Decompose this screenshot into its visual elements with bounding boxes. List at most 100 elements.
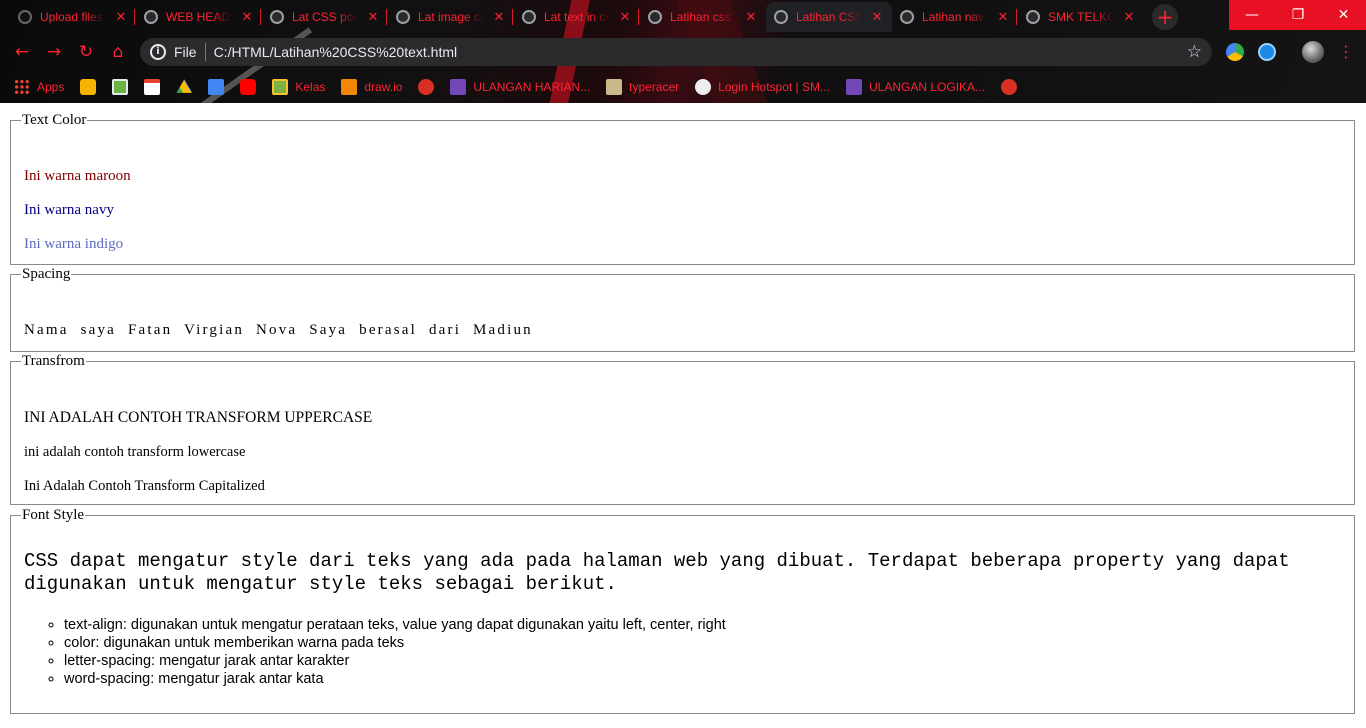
globe-icon [1001, 78, 1018, 95]
bookmark-ulangan-logika[interactable]: ULANGAN LOGIKA... [846, 78, 985, 95]
close-tab-icon[interactable]: ✕ [618, 10, 632, 25]
extension-icon[interactable] [1258, 43, 1276, 61]
globe-icon [418, 78, 435, 95]
close-tab-icon[interactable]: ✕ [492, 10, 506, 25]
home-button[interactable]: ⌂ [106, 40, 130, 64]
close-tab-icon[interactable]: ✕ [744, 10, 758, 25]
drawio-icon [341, 78, 358, 95]
menu-icon[interactable]: ⋮ [1338, 42, 1354, 62]
url-text[interactable]: C:/HTML/Latihan%20CSS%20text.html [214, 44, 1179, 60]
forms-icon [450, 78, 467, 95]
close-tab-icon[interactable]: ✕ [870, 10, 884, 25]
bookmark-globe[interactable] [418, 78, 435, 95]
list-item: word-spacing: mengatur jarak antar kata [64, 670, 726, 688]
lowercase-text: ini adalah contoh transform lowercase [24, 444, 246, 460]
globe-icon [1026, 10, 1040, 24]
list-item: color: digunakan untuk memberikan warna … [64, 634, 726, 652]
bookmark-label: typeracer [629, 79, 680, 94]
tab-title: Lat CSS position [292, 10, 358, 24]
spacing-text: Nama saya Fatan Virgian Nova Saya berasa… [24, 322, 533, 338]
spacing-fieldset: Spacing Nama saya Fatan Virgian Nova Say… [10, 266, 1355, 352]
tab[interactable]: Latihan css ✕ [640, 2, 766, 32]
site-info-icon[interactable]: i [150, 44, 166, 60]
tab[interactable]: Upload files to GitHub ✕ [10, 2, 136, 32]
globe-icon [144, 10, 158, 24]
bookmark-kelas[interactable]: Kelas [272, 78, 325, 95]
tab-separator [638, 9, 639, 25]
close-tab-icon[interactable]: ✕ [1122, 10, 1136, 25]
tab[interactable]: SMK TELKOM ✕ [1018, 2, 1144, 32]
extension-icon[interactable] [1226, 43, 1244, 61]
fieldset-legend: Text Color [22, 112, 87, 128]
bookmark-photos[interactable] [112, 78, 129, 95]
reload-button[interactable]: ↻ [74, 40, 98, 64]
tab[interactable]: Lat image css ✕ [388, 2, 514, 32]
navy-text: Ini warna navy [24, 202, 114, 218]
forward-button[interactable]: → [42, 40, 66, 64]
tab-separator [386, 9, 387, 25]
browser-toolbar: ← → ↻ ⌂ i File C:/HTML/Latihan%20CSS%20t… [0, 34, 1366, 70]
maroon-text: Ini warna maroon [24, 168, 131, 184]
bookmark-apps[interactable]: Apps [14, 78, 65, 95]
classroom-icon [272, 78, 289, 95]
bookmark-typeracer[interactable]: typeracer [606, 78, 680, 95]
close-tab-icon[interactable]: ✕ [366, 10, 380, 25]
bookmark-label: Apps [37, 79, 65, 94]
divider [204, 43, 206, 61]
bookmark-youtube[interactable] [240, 78, 257, 95]
bookmark-label: draw.io [364, 79, 403, 94]
tab-title: Latihan CSS [796, 10, 862, 24]
bookmarks-bar: Apps Kelas draw.io ULANGAN HARIAN... typ… [0, 70, 1366, 103]
font-style-fieldset: Font Style CSS dapat mengatur style dari… [10, 507, 1355, 714]
globe-icon [396, 10, 410, 24]
tab[interactable]: Latihan nav ✕ [892, 2, 1018, 32]
docs-icon [208, 78, 225, 95]
tab-title: Latihan nav [922, 10, 985, 24]
photos-icon [112, 78, 129, 95]
back-button[interactable]: ← [10, 40, 34, 64]
tab-separator [1016, 9, 1017, 25]
globe-icon [648, 10, 662, 24]
tab-active[interactable]: Latihan CSS ✕ [766, 2, 892, 32]
tab-title: Upload files to GitHub [40, 10, 106, 24]
bookmark-login-hotspot[interactable]: Login Hotspot | SM... [695, 78, 830, 95]
close-tab-icon[interactable]: ✕ [240, 10, 254, 25]
bookmark-docs[interactable] [208, 78, 225, 95]
close-tab-icon[interactable]: ✕ [996, 10, 1010, 25]
fieldset-legend: Font Style [22, 507, 85, 523]
bookmark-ulangan-harian[interactable]: ULANGAN HARIAN... [450, 78, 590, 95]
hotspot-icon [695, 78, 712, 95]
tab[interactable]: Lat text in css ✕ [514, 2, 640, 32]
tab[interactable]: WEB HEADER ✕ [136, 2, 262, 32]
bookmark-keep[interactable] [80, 78, 97, 95]
minimize-button[interactable]: — [1229, 0, 1275, 30]
bookmark-star-icon[interactable]: ☆ [1187, 42, 1202, 62]
address-bar[interactable]: i File C:/HTML/Latihan%20CSS%20text.html… [140, 38, 1212, 66]
keep-icon [80, 78, 97, 95]
tab-separator [134, 9, 135, 25]
gmail-icon [144, 78, 161, 95]
fieldset-legend: Spacing [22, 266, 71, 282]
bookmark-label: Login Hotspot | SM... [718, 79, 830, 94]
tab-title: Lat image css [418, 10, 484, 24]
bookmark-globe[interactable] [1001, 78, 1018, 95]
close-window-button[interactable]: ✕ [1321, 0, 1366, 30]
globe-icon [900, 10, 914, 24]
bookmark-drive[interactable] [176, 79, 193, 95]
globe-icon [522, 10, 536, 24]
new-tab-button[interactable]: + [1152, 4, 1178, 30]
profile-avatar[interactable] [1302, 41, 1324, 63]
bookmark-gmail[interactable] [144, 78, 161, 95]
text-color-fieldset: Text Color Ini warna maroon Ini warna na… [10, 112, 1355, 265]
tab[interactable]: Lat CSS position ✕ [262, 2, 388, 32]
globe-icon [270, 10, 284, 24]
property-list: text-align: digunakan untuk mengatur per… [24, 616, 726, 688]
bookmark-drawio[interactable]: draw.io [341, 78, 403, 95]
close-tab-icon[interactable]: ✕ [114, 10, 128, 25]
indigo-text: Ini warna indigo [24, 236, 124, 252]
restore-button[interactable]: ❐ [1275, 0, 1321, 30]
youtube-icon [240, 78, 257, 95]
tab-title: SMK TELKOM [1048, 10, 1114, 24]
forms-icon [846, 78, 862, 95]
list-item: text-align: digunakan untuk mengatur per… [64, 616, 726, 634]
